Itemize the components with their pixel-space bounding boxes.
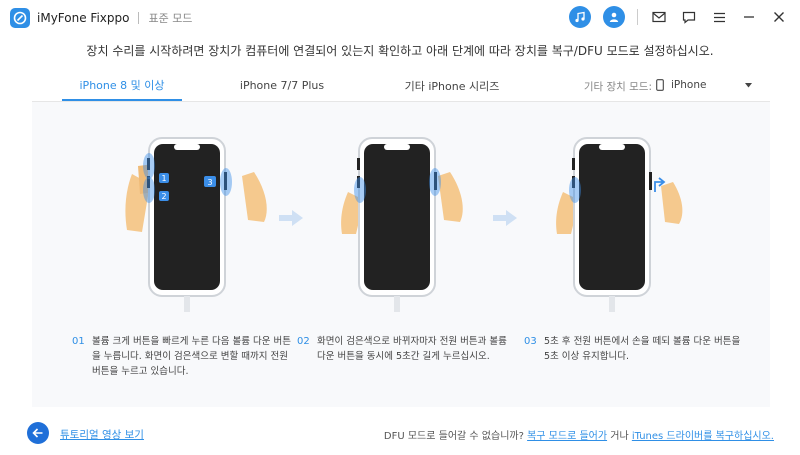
- step-2-number: 02: [297, 336, 310, 347]
- step-3-number: 03: [524, 336, 537, 347]
- step-2-illustration: [332, 102, 482, 312]
- step-2-text: 화면이 검은색으로 바뀌자마자 전원 버튼과 볼륨 다운 버튼을 동시에 5초간…: [317, 336, 507, 362]
- title-bar-actions: [569, 6, 788, 28]
- step-3-description: 03 5초 후 전원 버튼에서 손을 떼되 볼륨 다운 버튼을 5초 이상 유지…: [524, 334, 744, 364]
- badge-3-label: 3: [207, 178, 212, 187]
- volume-down-press-indicator: [569, 177, 581, 203]
- phone-screen: [579, 144, 645, 290]
- device-mode-select[interactable]: iPhone: [656, 74, 756, 96]
- app-logo-icon: [10, 8, 30, 28]
- phone-screen: [154, 144, 220, 290]
- badge-2-label: 2: [161, 192, 166, 201]
- title-bar: iMyFone Fixppo 표준 모드: [0, 0, 800, 36]
- phone-screen: [364, 144, 430, 290]
- step-1-description: 01 볼륨 크게 버튼을 빠르게 누른 다음 볼륨 다운 버튼을 누릅니다. 화…: [72, 334, 292, 379]
- lightning-cable: [184, 296, 190, 312]
- chevron-down-icon: [745, 82, 752, 87]
- step-3-illustration: [547, 102, 697, 312]
- phone-notch: [174, 144, 200, 150]
- app-window: iMyFone Fixppo 표준 모드 장치 수리를 시작하려면 장치가 컴퓨…: [0, 0, 800, 455]
- step-2-description: 02 화면이 검은색으로 바뀌자마자 전원 버튼과 볼륨 다운 버튼을 동시에 …: [297, 334, 517, 364]
- user-icon[interactable]: [603, 6, 625, 28]
- hand-right-icon: [438, 172, 463, 222]
- phone-notch: [599, 144, 625, 150]
- lightning-cable: [394, 296, 400, 312]
- tutorial-video-link[interactable]: 튜토리얼 영상 보기: [60, 427, 144, 442]
- power-press-indicator: [220, 168, 232, 196]
- menu-icon[interactable]: [710, 8, 728, 26]
- minimize-icon[interactable]: [740, 8, 758, 26]
- recovery-mode-link[interactable]: 복구 모드로 들어가: [527, 431, 607, 442]
- toolbar-divider: [637, 9, 638, 25]
- instruction-text: 장치 수리를 시작하려면 장치가 컴퓨터에 연결되어 있는지 확인하고 아래 단…: [86, 44, 714, 58]
- step-1-text: 볼륨 크게 버튼을 빠르게 누른 다음 볼륨 다운 버튼을 누릅니다. 화면이 …: [92, 336, 291, 377]
- tab-other-iphone[interactable]: 기타 iPhone 시리즈: [387, 70, 517, 101]
- arrow-right-icon: [279, 210, 303, 226]
- back-button[interactable]: [27, 422, 49, 444]
- hand-right-icon: [661, 182, 683, 224]
- step-1-number: 01: [72, 336, 85, 347]
- model-tabs: iPhone 8 및 이상 iPhone 7/7 Plus 기타 iPhone …: [32, 70, 770, 102]
- volume-down-press-indicator: [143, 177, 155, 203]
- step-1-illustration: 1 2 3: [122, 102, 272, 312]
- lightning-cable: [609, 296, 615, 312]
- tab-iphone-8-and-later[interactable]: iPhone 8 및 이상: [62, 70, 182, 101]
- itunes-repair-link[interactable]: iTunes 드라이버를 복구하십시오.: [632, 431, 774, 442]
- hand-right-icon: [242, 172, 267, 222]
- app-title: iMyFone Fixppo: [37, 11, 130, 25]
- music-note-icon[interactable]: [569, 6, 591, 28]
- arrow-right-icon: [493, 210, 517, 226]
- volume-down-press-indicator: [354, 177, 366, 203]
- step-3-text: 5초 후 전원 버튼에서 손을 떼되 볼륨 다운 버튼을 5초 이상 유지합니다…: [544, 336, 741, 362]
- footer-help: DFU 모드로 들어갈 수 없습니까? 복구 모드로 들어가 거나 iTunes…: [384, 427, 774, 442]
- mode-label: 표준 모드: [148, 12, 193, 25]
- chat-icon[interactable]: [680, 8, 698, 26]
- close-icon[interactable]: [770, 8, 788, 26]
- dfu-help-question: DFU 모드로 들어갈 수 없습니까?: [383, 431, 524, 442]
- title-divider: [138, 12, 140, 24]
- footer-connector: 거나: [610, 431, 629, 442]
- arrow-left-icon: [32, 428, 43, 438]
- volume-up-press-indicator: [143, 153, 155, 179]
- power-press-indicator: [429, 168, 441, 196]
- phone-notch: [384, 144, 410, 150]
- badge-1-label: 1: [161, 174, 166, 183]
- device-mode-value: iPhone: [671, 79, 707, 91]
- mail-icon[interactable]: [650, 8, 668, 26]
- phone-icon: [656, 79, 664, 91]
- instruction-panel: 1 2 3 01 볼륨 크게 버튼을 빠르게 누른 다음 볼륨 다운 버튼을 누…: [32, 102, 770, 407]
- other-device-mode-label: 기타 장치 모드:: [583, 81, 652, 93]
- tab-iphone-7[interactable]: iPhone 7/7 Plus: [222, 70, 342, 101]
